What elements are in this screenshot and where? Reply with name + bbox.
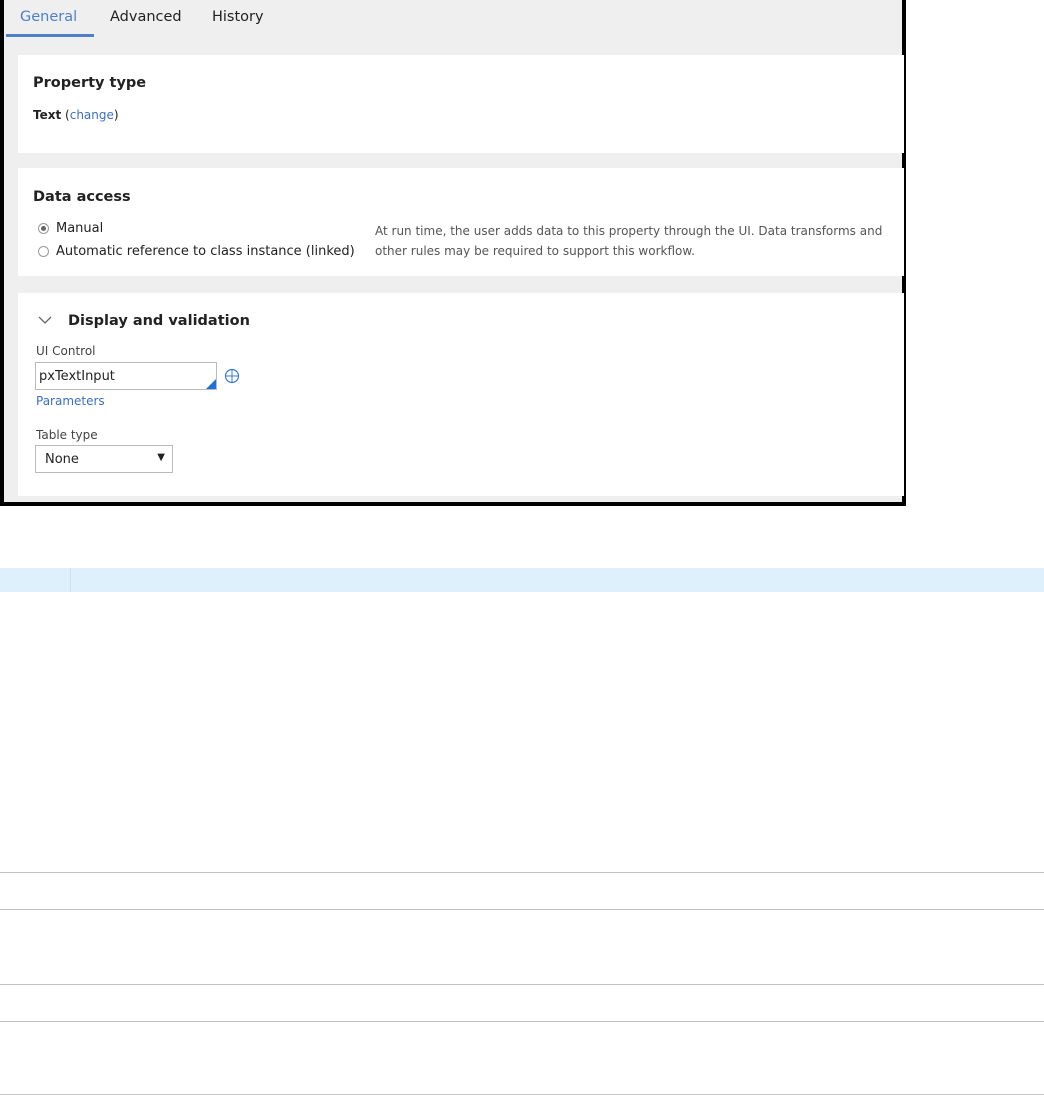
change-link[interactable]: change xyxy=(70,108,114,122)
tab-bar: General Advanced History xyxy=(4,0,906,38)
radio-automatic-reference[interactable]: Automatic reference to class instance (l… xyxy=(38,244,355,259)
autocomplete-corner-icon xyxy=(206,379,216,389)
tab-advanced[interactable]: Advanced xyxy=(110,9,182,25)
data-access-help-text: At run time, the user adds data to this … xyxy=(375,224,883,258)
property-type-section: Property type Text (change) xyxy=(18,55,904,153)
divider-line xyxy=(0,872,1044,873)
close-paren: ) xyxy=(113,108,119,122)
property-type-value-row: Text (change) xyxy=(33,108,119,122)
radio-manual-control[interactable] xyxy=(38,223,49,234)
divider-line xyxy=(0,984,1044,985)
highlight-bar-segment xyxy=(4,568,71,592)
radio-manual-label: Manual xyxy=(56,221,104,236)
ui-control-label: UI Control xyxy=(36,344,96,358)
table-type-select[interactable]: None ▼ xyxy=(35,445,173,473)
property-rule-panel: General Advanced History Property type T… xyxy=(0,0,906,506)
active-tab-indicator xyxy=(6,34,94,37)
data-access-section: Data access Manual Automatic reference t… xyxy=(18,168,904,276)
radio-automatic-control[interactable] xyxy=(38,246,49,257)
caret-down-icon: ▼ xyxy=(157,452,165,463)
radio-automatic-label: Automatic reference to class instance (l… xyxy=(56,244,355,259)
highlight-bar xyxy=(0,568,1044,592)
divider-line xyxy=(0,909,1044,910)
table-type-label: Table type xyxy=(36,428,98,442)
data-access-heading: Data access xyxy=(33,189,131,205)
property-type-value: Text xyxy=(33,108,62,122)
ui-control-value: pxTextInput xyxy=(39,369,115,384)
radio-manual[interactable]: Manual xyxy=(38,221,103,236)
crosshair-target-icon[interactable] xyxy=(224,368,240,384)
tab-history[interactable]: History xyxy=(212,9,264,25)
tab-general[interactable]: General xyxy=(20,9,77,25)
table-type-value: None xyxy=(45,452,79,467)
parameters-link[interactable]: Parameters xyxy=(36,394,105,408)
ui-control-input[interactable]: pxTextInput xyxy=(35,362,217,390)
display-validation-section: Display and validation UI Control pxText… xyxy=(18,293,904,496)
chevron-down-icon[interactable] xyxy=(37,314,53,326)
divider-line xyxy=(0,1021,1044,1022)
display-validation-heading[interactable]: Display and validation xyxy=(68,313,250,329)
property-type-heading: Property type xyxy=(33,75,147,91)
open-paren: ( xyxy=(61,108,70,122)
